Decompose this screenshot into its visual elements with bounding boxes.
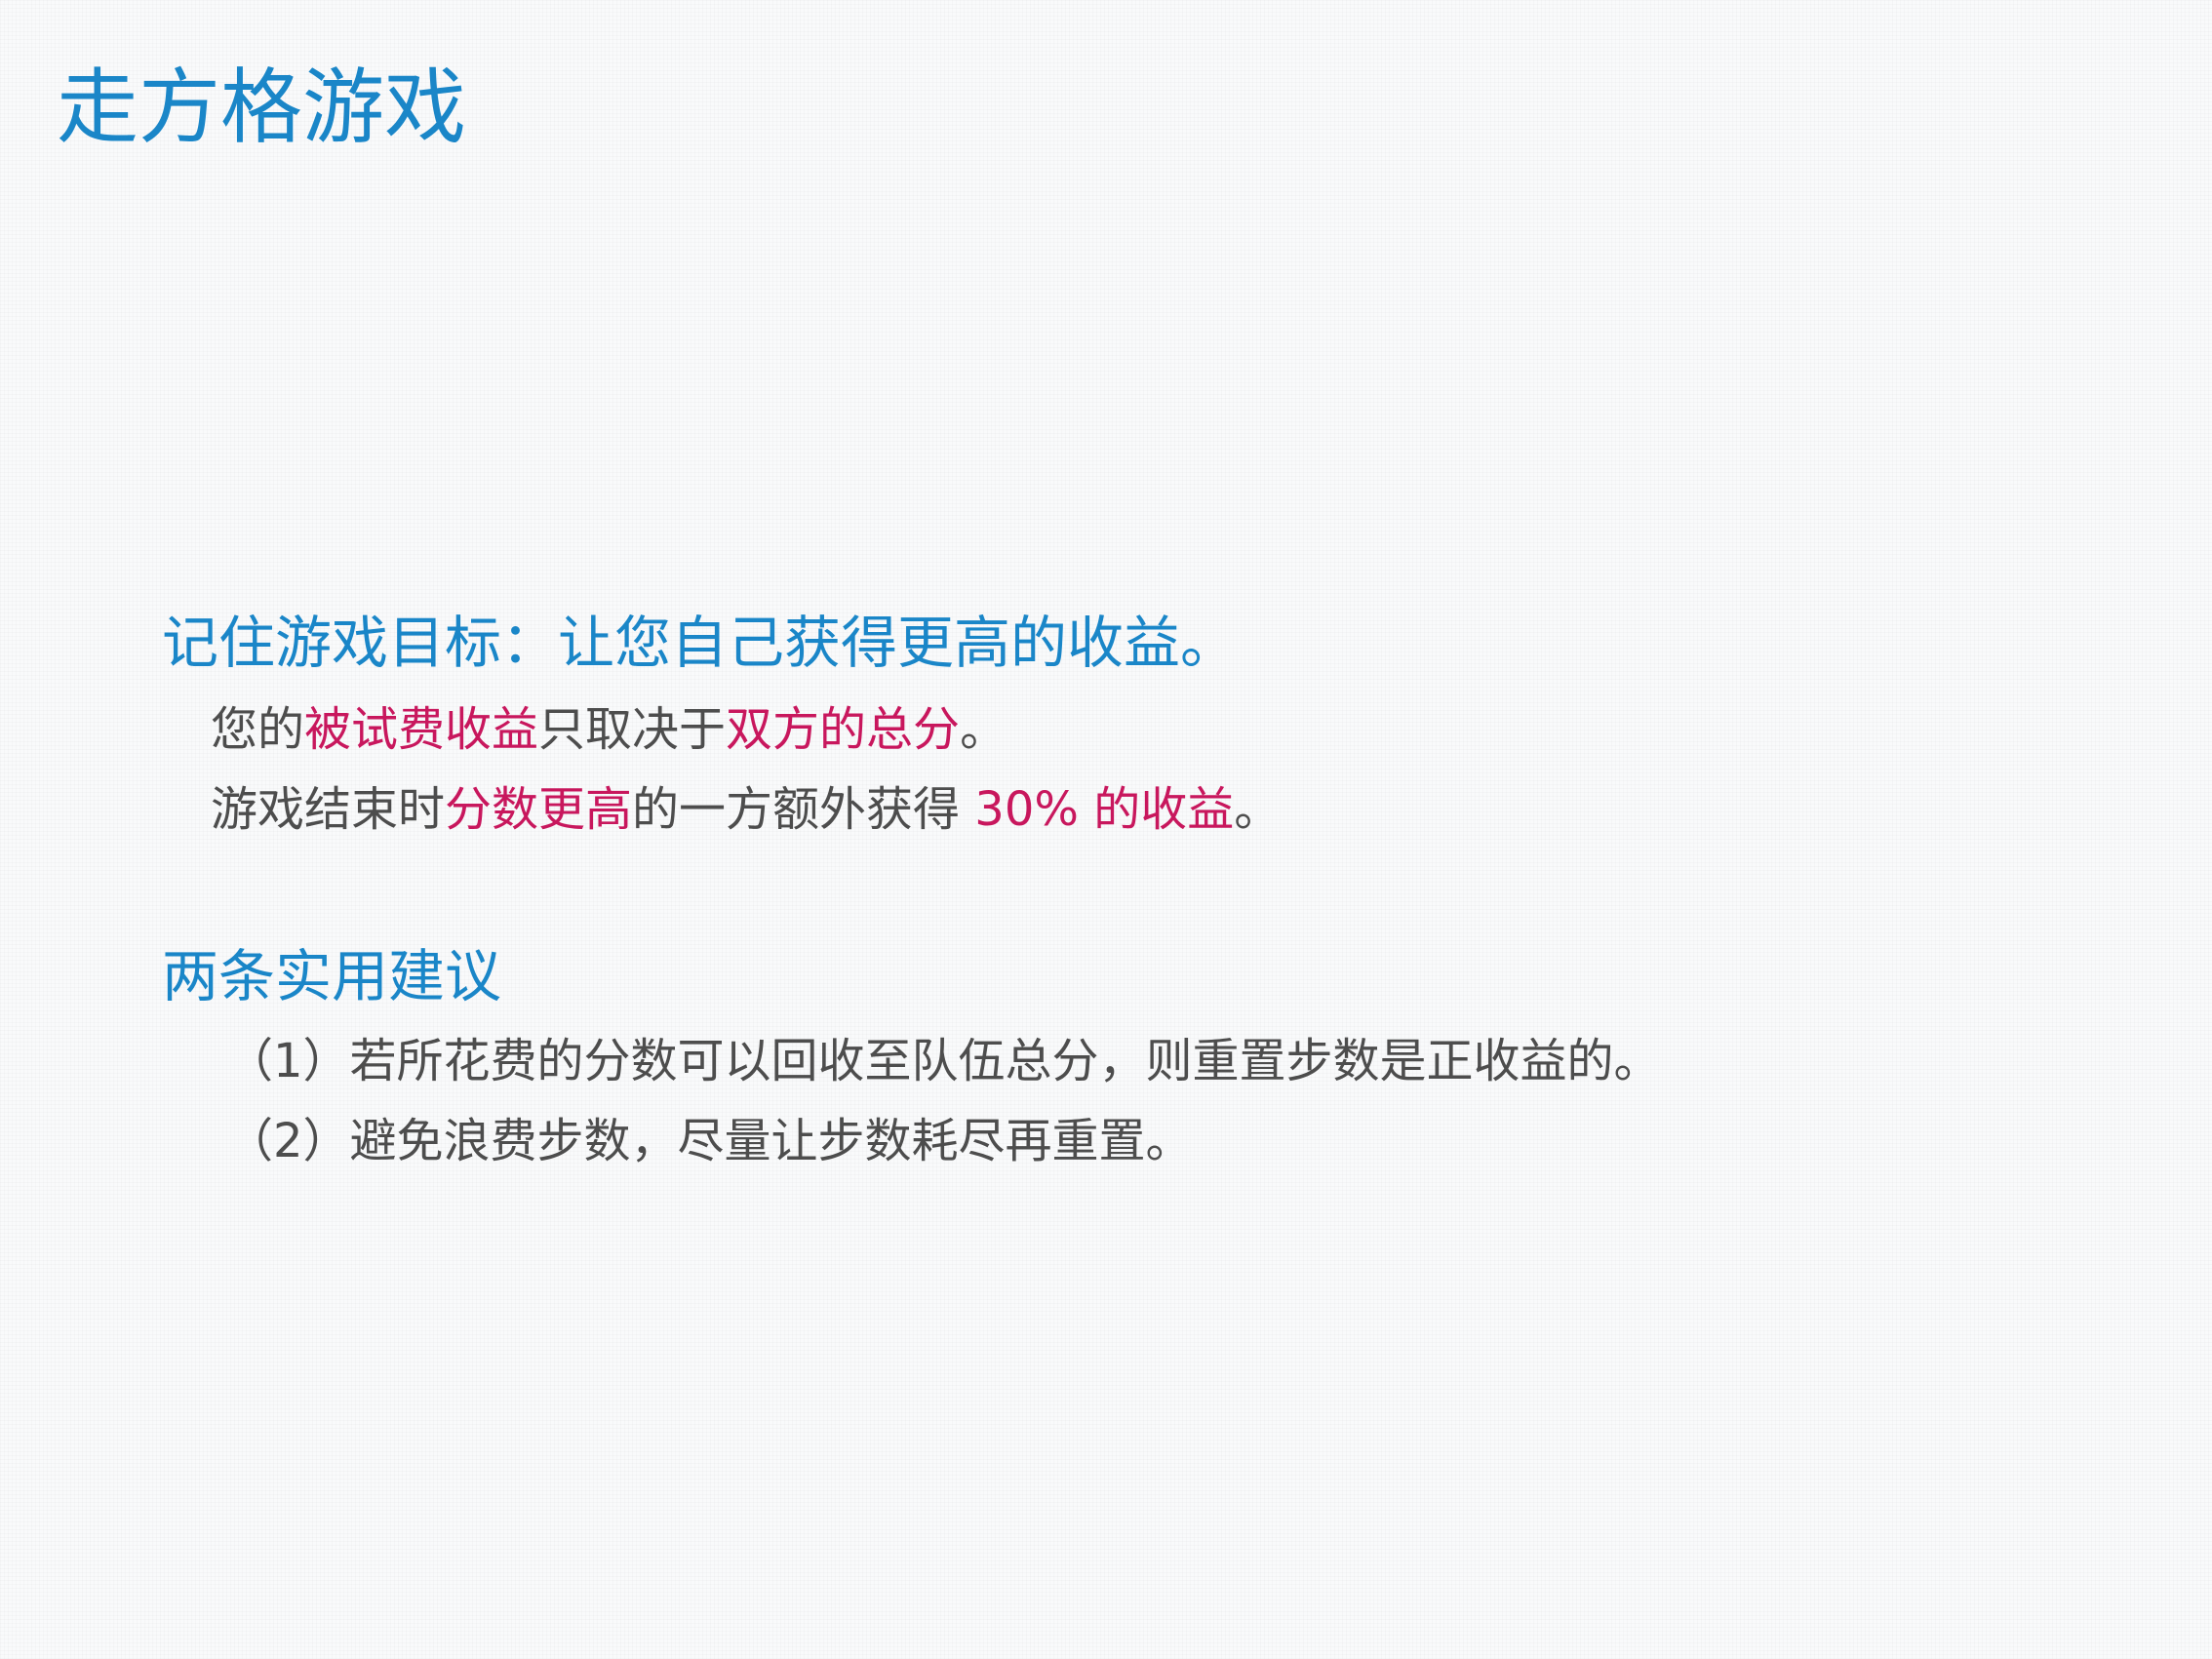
line-text: 。 <box>1234 782 1282 837</box>
highlight-text: 分数更高 <box>445 782 633 837</box>
line-text: 的一方额外获得 <box>632 782 975 837</box>
section-heading-goal: 记住游戏目标：让您自己获得更高的收益。 <box>162 610 1238 676</box>
line-text: 只取决于 <box>538 702 727 757</box>
line-text: 您的 <box>211 702 305 757</box>
highlight-text: 30% 的收益 <box>974 782 1235 837</box>
section-heading-tips: 两条实用建议 <box>162 943 502 1009</box>
tip-line-2: （2）避免浪费步数，尽量让步数耗尽再重置。 <box>226 1114 1193 1170</box>
goal-line-2: 游戏结束时分数更高的一方额外获得 30% 的收益。 <box>211 782 1281 839</box>
line-text: 。 <box>960 702 1007 757</box>
page-title: 走方格游戏 <box>57 59 467 155</box>
slide: { "title": "走方格游戏", "sections": [ { "hea… <box>0 0 2212 1659</box>
line-text: 游戏结束时 <box>211 782 446 837</box>
tip-line-1: （1）若所花费的分数可以回收至队伍总分，则重置步数是正收益的。 <box>226 1034 1661 1090</box>
line-text: （1）若所花费的分数可以回收至队伍总分，则重置步数是正收益的。 <box>226 1034 1661 1088</box>
highlight-text: 被试费收益 <box>304 702 539 757</box>
goal-line-1: 您的被试费收益只取决于双方的总分。 <box>211 702 1007 759</box>
line-text: （2）避免浪费步数，尽量让步数耗尽再重置。 <box>226 1114 1193 1168</box>
highlight-text: 双方的总分 <box>726 702 961 757</box>
